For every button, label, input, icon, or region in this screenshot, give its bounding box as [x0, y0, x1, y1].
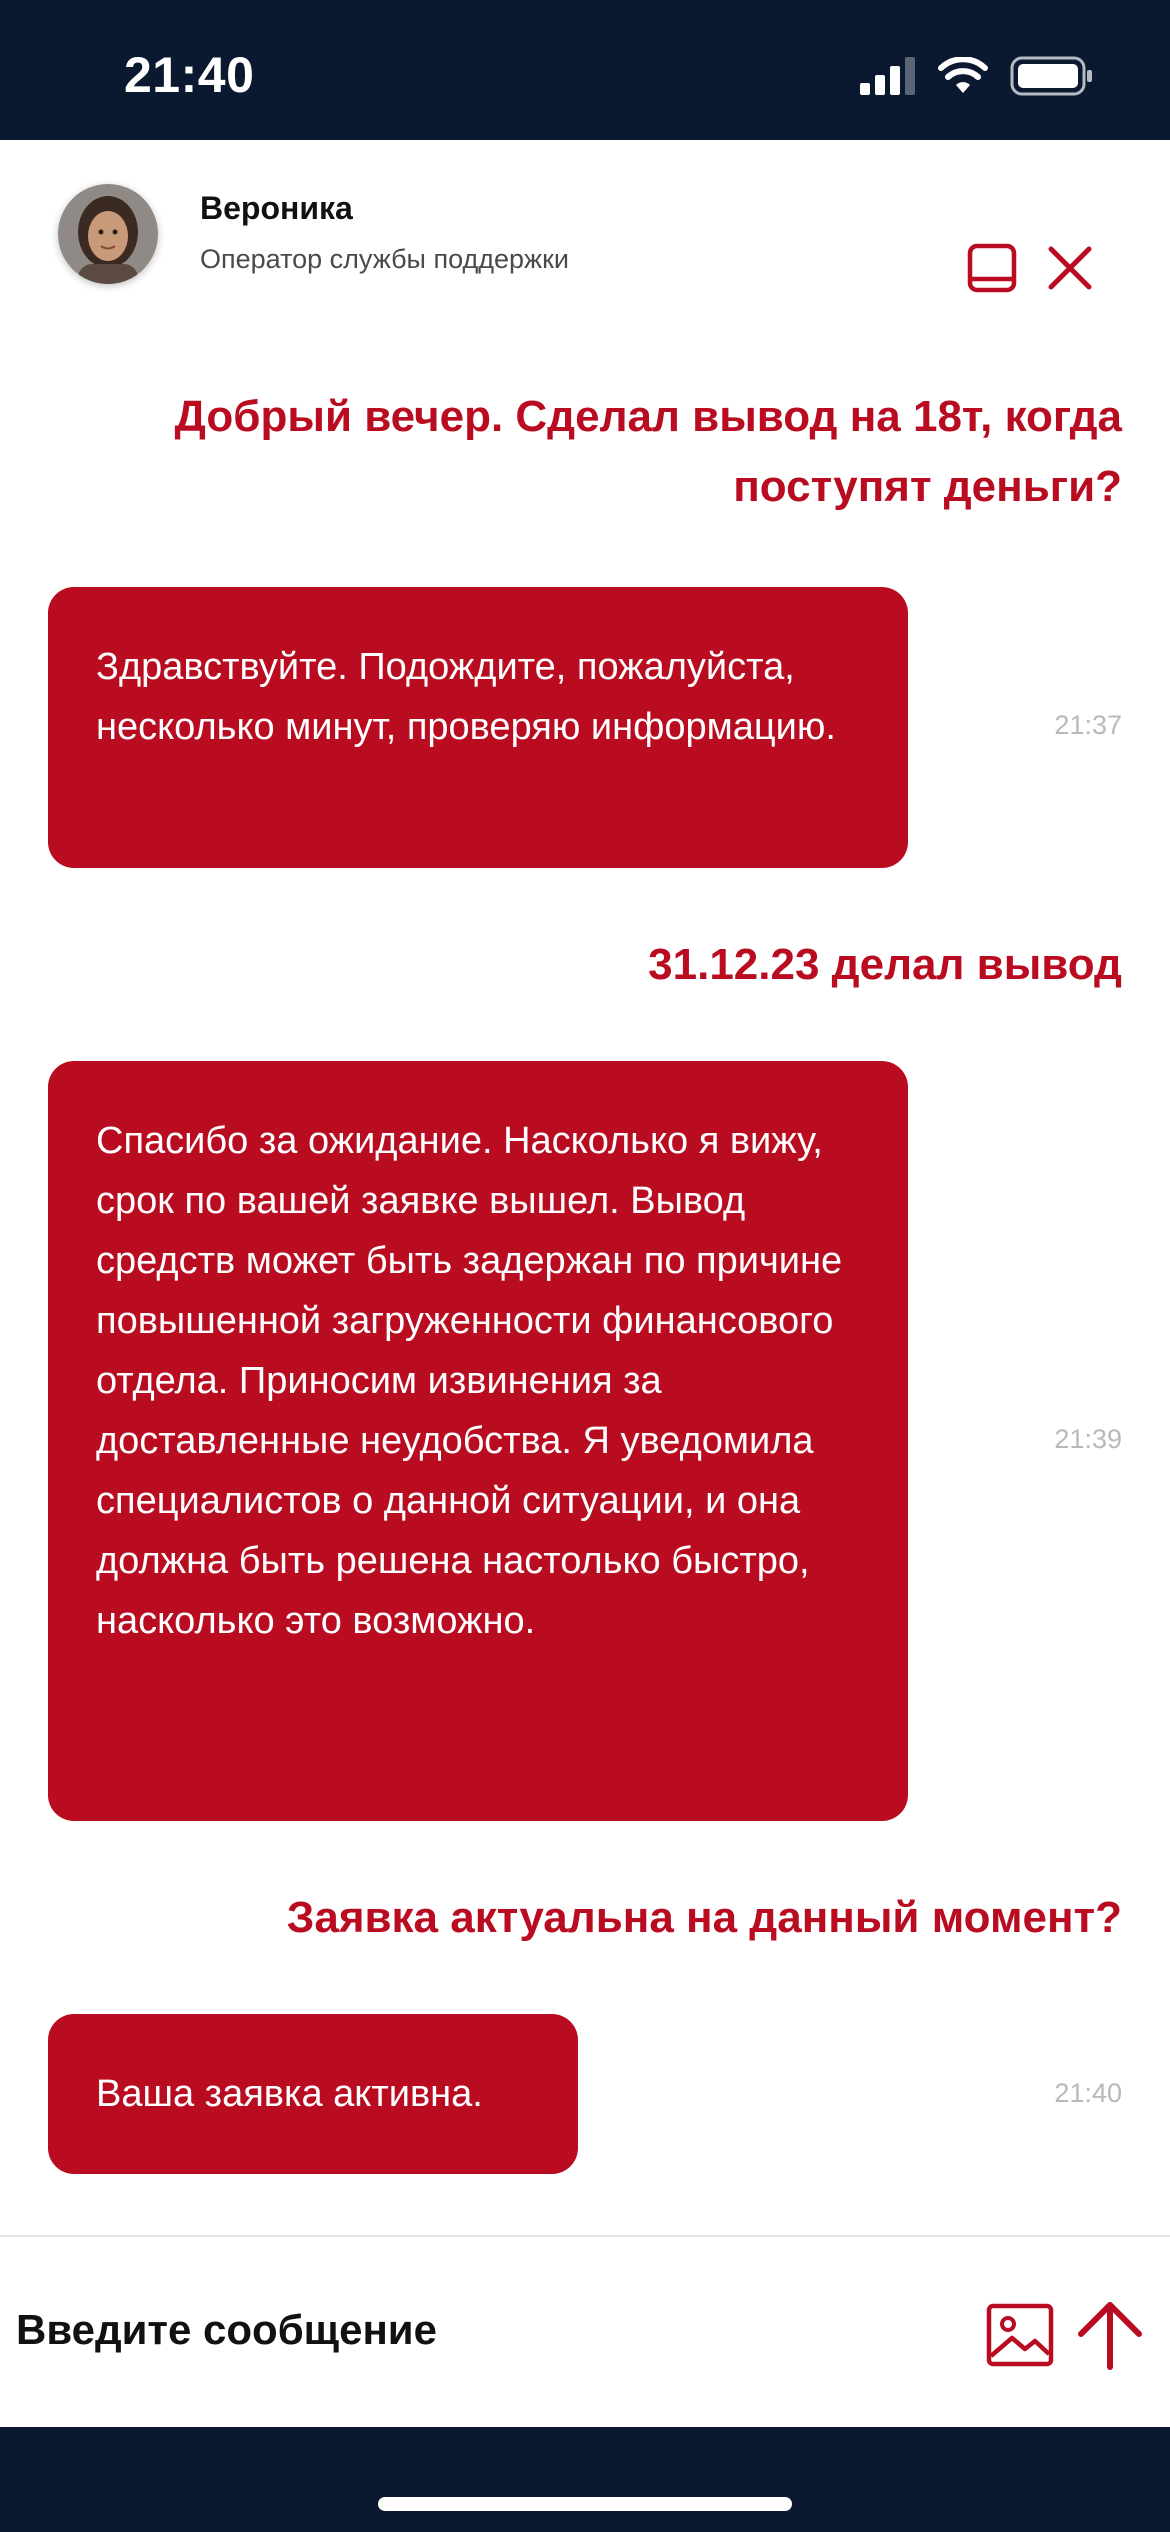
chat-header: Вероника Оператор службы поддержки — [0, 140, 1170, 320]
user-message: Заявка актуальна на данный момент? — [286, 1893, 1122, 1942]
status-time: 21:40 — [124, 47, 255, 103]
send-button[interactable] — [1072, 2297, 1148, 2373]
close-icon — [1048, 246, 1092, 290]
close-button[interactable] — [1040, 238, 1100, 298]
operator-name: Вероника — [200, 190, 353, 226]
signal-icon — [860, 57, 915, 95]
operator-role: Оператор службы поддержки — [200, 244, 570, 274]
minimize-button[interactable] — [962, 238, 1022, 298]
minimize-icon — [967, 243, 1017, 293]
home-indicator[interactable] — [378, 2497, 792, 2511]
status-bar: 21:40 — [0, 0, 1170, 140]
user-message: 31.12.23 делал вывод — [648, 940, 1122, 989]
status-icons — [860, 54, 1094, 98]
message-time: 21:37 — [1054, 710, 1122, 740]
chat-messages: Добрый вечер. Сделал вывод на 18т, когда… — [0, 320, 1170, 2235]
home-indicator-area — [0, 2427, 1170, 2532]
operator-avatar — [58, 184, 158, 284]
message-input[interactable]: Введите сообщение — [16, 2297, 936, 2363]
user-message: Добрый вечер. Сделал вывод на 18т, когда… — [174, 392, 1122, 511]
message-composer: Введите сообщение — [0, 2235, 1170, 2429]
arrow-up-icon — [1078, 2302, 1142, 2370]
operator-message: Ваша заявка активна. — [48, 2014, 578, 2174]
message-time: 21:40 — [1054, 2078, 1122, 2108]
message-time: 21:39 — [1054, 1424, 1122, 1454]
battery-icon — [1010, 56, 1092, 96]
wifi-icon — [938, 57, 988, 93]
attach-image-button[interactable] — [982, 2297, 1058, 2373]
operator-message: Здравствуйте. Подождите, пожалуйста, нес… — [48, 587, 908, 868]
operator-message: Спасибо за ожидание. Насколько я вижу, с… — [48, 1061, 908, 1821]
image-icon — [986, 2303, 1054, 2367]
